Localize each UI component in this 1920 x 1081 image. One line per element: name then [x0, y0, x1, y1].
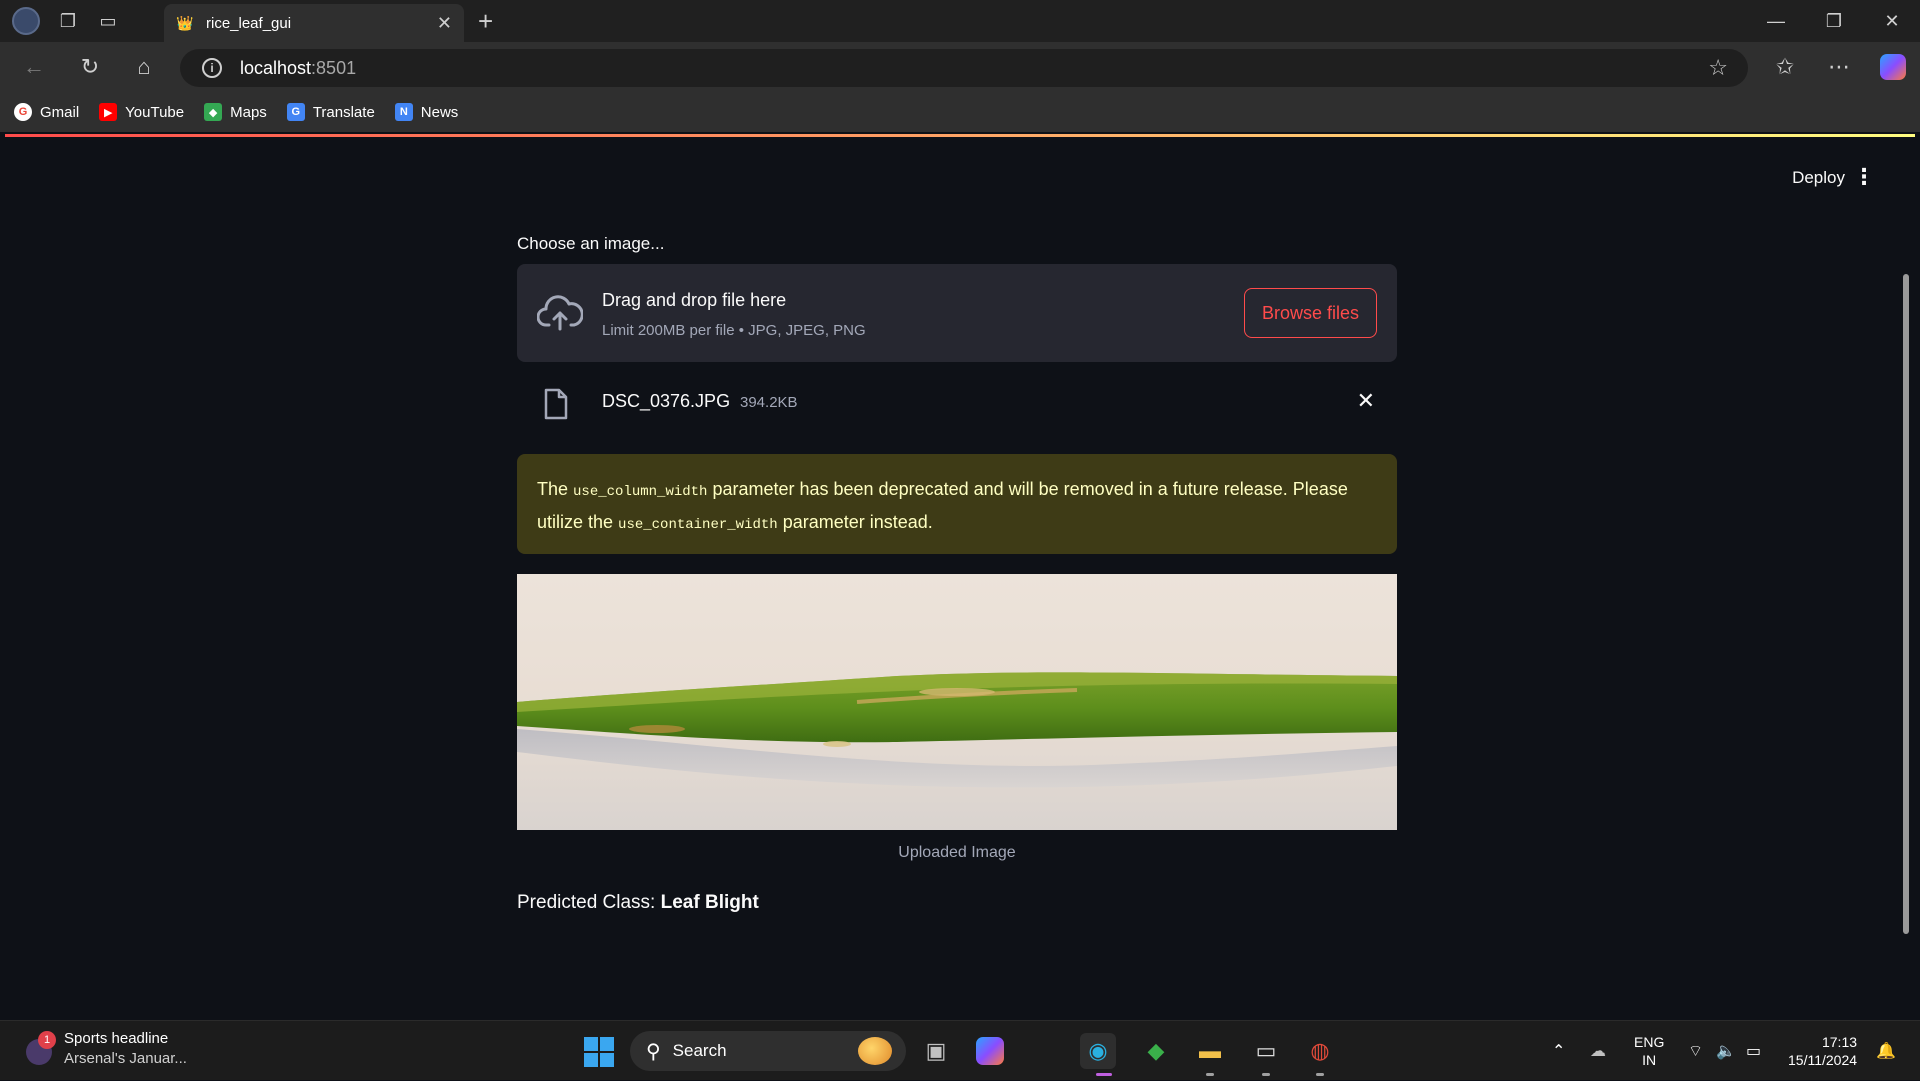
maps-icon: ◆ — [204, 103, 223, 121]
running-indicator — [1316, 1073, 1324, 1076]
copilot-icon[interactable] — [1868, 42, 1918, 92]
file-icon — [544, 388, 568, 420]
uploaded-image — [517, 574, 1397, 830]
clock-date: 15/11/2024 — [1788, 1052, 1858, 1068]
cloud-upload-icon — [537, 295, 583, 331]
youtube-icon: ▶ — [99, 103, 118, 121]
main-content: Choose an image... Drag and drop file he… — [517, 234, 1397, 914]
news-subtitle[interactable]: Arsenal's Januar... — [64, 1050, 187, 1067]
deprecation-warning: The use_column_width parameter has been … — [517, 454, 1397, 554]
language-indicator[interactable]: ENG IN — [1634, 1033, 1664, 1069]
restore-icon[interactable]: ❐ — [1806, 0, 1862, 42]
streamlit-favicon-icon: 👑 — [176, 14, 194, 31]
bookmark-label: YouTube — [125, 103, 185, 121]
reload-icon[interactable]: ↻ — [70, 42, 110, 92]
tab-close-icon[interactable]: ✕ — [437, 13, 452, 34]
search-label: Search — [672, 1041, 727, 1060]
google-icon: G — [14, 103, 32, 121]
deploy-button[interactable]: Deploy — [1792, 168, 1845, 188]
task-view-icon[interactable]: ▣ — [918, 1033, 954, 1069]
scrollbar[interactable] — [1903, 274, 1909, 934]
warning-text: parameter instead. — [777, 512, 933, 532]
windows-start-icon[interactable] — [584, 1037, 614, 1067]
bookmark-label: Translate — [312, 103, 375, 121]
warning-text: The — [537, 479, 574, 499]
decoration-line — [5, 134, 1915, 137]
remove-file-icon[interactable]: ✕ — [1357, 388, 1375, 414]
copilot-app-icon[interactable] — [972, 1033, 1008, 1069]
image-caption: Uploaded Image — [898, 844, 1016, 861]
main-menu-icon[interactable]: ⋮ — [1853, 164, 1875, 190]
bookmarks-bar: G Gmail ▶ YouTube ◆ Maps G Translate N N… — [0, 92, 1920, 132]
file-name: DSC_0376.JPG — [602, 391, 731, 411]
prediction-result: Predicted Class: Leaf Blight — [517, 892, 1397, 914]
dropzone-limit-text: Limit 200MB per file • JPG, JPEG, PNG — [602, 322, 866, 339]
file-size: 394.2KB — [740, 394, 798, 411]
uploader-label: Choose an image... — [517, 234, 665, 253]
taskbar-search[interactable]: ⚲ Search — [630, 1031, 906, 1071]
tab-rice-leaf-gui[interactable]: 👑 rice_leaf_gui ✕ — [164, 4, 464, 42]
url-host: localhost — [240, 57, 312, 78]
site-info-icon[interactable]: i — [202, 58, 222, 78]
favorites-icon[interactable]: ✩ — [1760, 42, 1810, 92]
news-headline[interactable]: Sports headline — [64, 1030, 168, 1047]
lang-bottom: IN — [1642, 1052, 1657, 1068]
file-dropzone[interactable]: Drag and drop file here Limit 200MB per … — [517, 264, 1397, 362]
vertical-tabs-icon[interactable]: ▭ — [88, 0, 128, 42]
file-explorer-icon[interactable]: ▬ — [1192, 1033, 1228, 1069]
warning-code: use_column_width — [573, 484, 708, 500]
profile-avatar[interactable] — [12, 7, 40, 35]
chrome-icon[interactable]: ◍ — [1302, 1033, 1338, 1069]
bookmark-translate[interactable]: G Translate — [286, 103, 375, 121]
active-indicator — [1096, 1073, 1112, 1076]
clock-time: 17:13 — [1821, 1034, 1858, 1050]
wifi-icon[interactable]: ⌔ — [1688, 1021, 1703, 1081]
tab-title: rice_leaf_gui — [206, 14, 292, 32]
lang-top: ENG — [1634, 1034, 1665, 1050]
running-indicator — [1262, 1073, 1270, 1076]
uploaded-file-row: DSC_0376.JPG 394.2KB ✕ — [517, 362, 1397, 446]
news-icon: N — [394, 103, 413, 121]
predicted-class: Leaf Blight — [660, 892, 759, 913]
close-window-icon[interactable]: ✕ — [1864, 0, 1920, 42]
notification-bell-icon[interactable]: 🔔 — [1876, 1021, 1896, 1081]
windows-taskbar: 1 Sports headline Arsenal's Januar... ⚲ … — [0, 1020, 1920, 1080]
browse-files-button[interactable]: Browse files — [1244, 288, 1377, 338]
back-icon[interactable]: ← — [14, 42, 54, 92]
new-tab-icon[interactable]: + — [478, 6, 493, 37]
bookmark-label: Gmail — [40, 103, 80, 121]
bookmark-youtube[interactable]: ▶ YouTube — [99, 103, 184, 121]
weather-sun-icon — [858, 1037, 892, 1065]
bookmark-maps[interactable]: ◆ Maps — [204, 103, 267, 121]
running-indicator — [1206, 1073, 1214, 1076]
dropzone-title: Drag and drop file here — [602, 290, 787, 310]
bookmark-label: News — [420, 103, 459, 121]
app-viewport: Deploy ⋮ Choose an image... Drag and dro… — [5, 134, 1915, 1014]
clock[interactable]: 17:13 15/11/2024 — [1788, 1033, 1857, 1069]
prediction-prefix: Predicted Class: — [517, 892, 661, 913]
bookmark-label: Maps — [230, 103, 267, 121]
onedrive-icon[interactable]: ☁ — [1590, 1021, 1606, 1081]
tray-overflow-icon[interactable]: ⌃ — [1552, 1021, 1565, 1081]
volume-icon[interactable]: 🔈 — [1716, 1021, 1736, 1081]
bookmark-gmail[interactable]: G Gmail — [14, 103, 79, 121]
battery-icon[interactable]: ▭ — [1746, 1021, 1761, 1081]
rice-leaf-photo — [517, 672, 1397, 788]
url-field[interactable]: i localhost:8501 ☆ — [180, 49, 1748, 87]
workspaces-icon[interactable]: ❐ — [48, 0, 88, 42]
notification-badge: 1 — [38, 1031, 56, 1049]
edge-icon[interactable]: ◉ — [1080, 1033, 1116, 1069]
more-menu-icon[interactable]: ⋯ — [1814, 42, 1864, 92]
warning-code: use_container_width — [618, 517, 778, 533]
minimize-icon[interactable]: — — [1748, 0, 1804, 42]
terminal-icon[interactable]: ▭ — [1248, 1033, 1284, 1069]
favorite-star-icon[interactable]: ☆ — [1708, 55, 1728, 81]
url-port: :8501 — [311, 57, 357, 78]
bookmark-news[interactable]: N News — [394, 103, 459, 121]
home-icon[interactable]: ⌂ — [124, 42, 164, 92]
git-icon[interactable]: ◆ — [1138, 1033, 1174, 1069]
translate-icon: G — [286, 103, 305, 121]
search-icon: ⚲ — [646, 1040, 661, 1063]
